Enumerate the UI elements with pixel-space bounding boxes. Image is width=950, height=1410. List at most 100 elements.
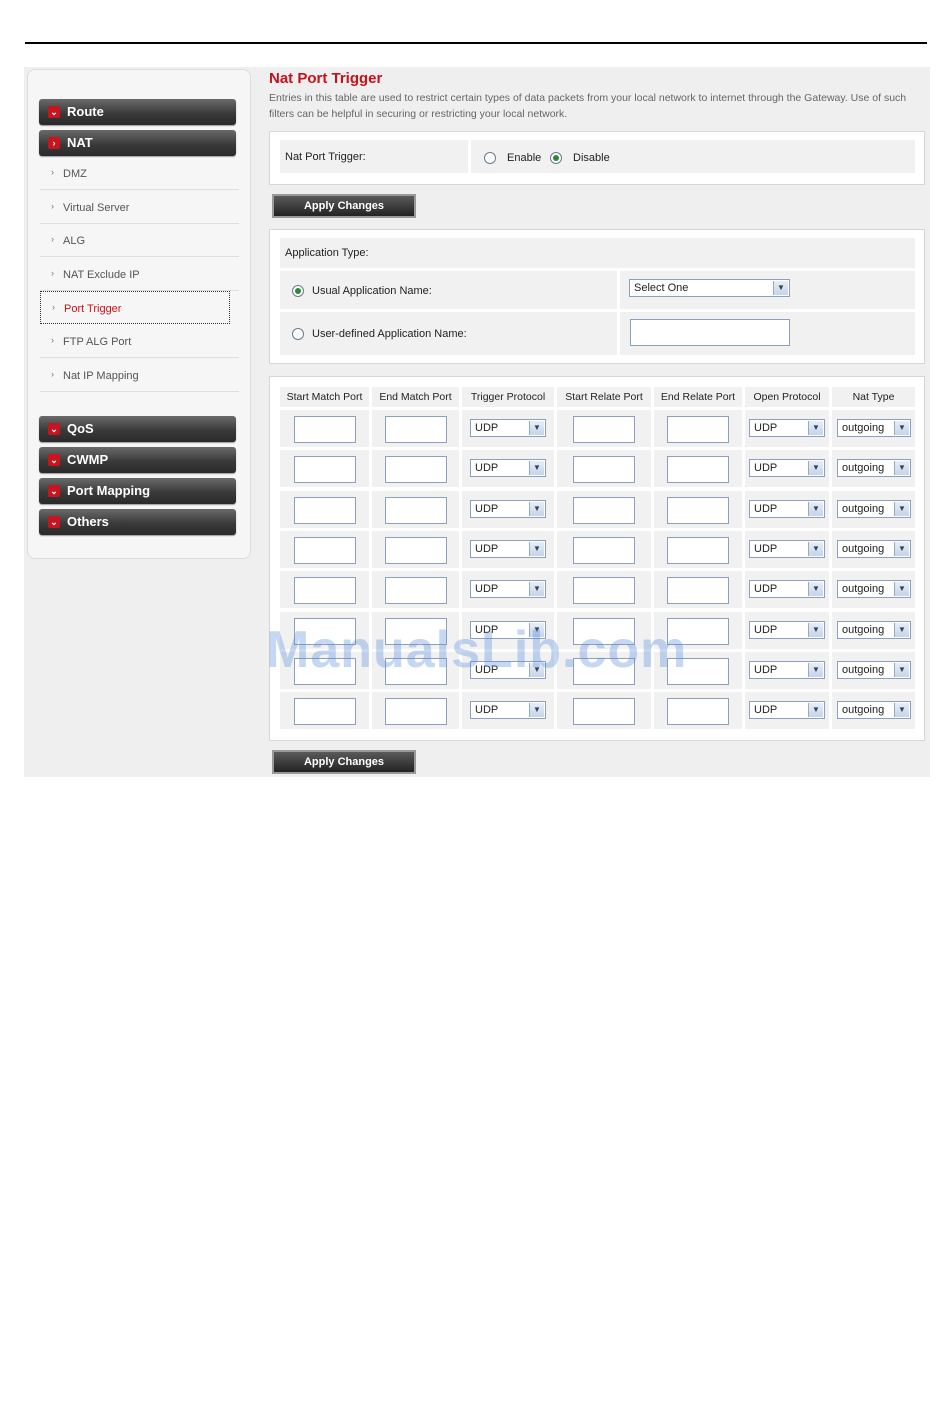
start-match-input[interactable]	[294, 577, 356, 604]
trigger-protocol-select[interactable]: UDP ▼	[470, 701, 546, 719]
chevron-down-icon: ▼	[894, 663, 909, 677]
start-relate-input[interactable]	[573, 537, 635, 564]
start-match-input[interactable]	[294, 456, 356, 483]
nat-type-select[interactable]: outgoing ▼	[837, 459, 911, 477]
select-value: UDP	[475, 422, 499, 434]
end-relate-input[interactable]	[667, 497, 729, 524]
trigger-protocol-select[interactable]: UDP ▼	[470, 661, 546, 679]
trigger-protocol-select[interactable]: UDP ▼	[470, 621, 546, 639]
end-relate-input[interactable]	[667, 537, 729, 564]
chevron-down-icon: ▼	[808, 542, 823, 556]
open-protocol-select[interactable]: UDP ▼	[749, 621, 825, 639]
user-defined-app-input[interactable]	[630, 319, 790, 346]
chevron-down-icon: ▼	[529, 703, 544, 717]
trigger-protocol-select[interactable]: UDP ▼	[470, 419, 546, 437]
select-value: UDP	[754, 583, 778, 595]
menu-qos-button[interactable]: ⌄ QoS	[39, 416, 236, 442]
start-relate-input[interactable]	[573, 658, 635, 685]
trigger-protocol-select[interactable]: UDP ▼	[470, 459, 546, 477]
nat-type-select[interactable]: outgoing ▼	[837, 419, 911, 437]
nat-type-select[interactable]: outgoing ▼	[837, 661, 911, 679]
chevron-down-icon: ▼	[894, 623, 909, 637]
start-relate-input[interactable]	[573, 618, 635, 645]
sidebar-item-alg[interactable]: › ALG	[40, 224, 239, 257]
sidebar-item-label: DMZ	[63, 168, 87, 180]
sidebar-item-nat-exclude-ip[interactable]: › NAT Exclude IP	[40, 258, 239, 291]
end-relate-input[interactable]	[667, 577, 729, 604]
start-match-input[interactable]	[294, 497, 356, 524]
column-header: Start Match Port	[280, 387, 369, 407]
usual-app-radio[interactable]	[292, 285, 304, 297]
apply-changes-button-bottom[interactable]: Apply Changes	[272, 750, 416, 774]
menu-qos-label: QoS	[67, 421, 94, 436]
nat-type-select[interactable]: outgoing ▼	[837, 701, 911, 719]
arrow-right-icon: ›	[51, 234, 54, 244]
start-match-input[interactable]	[294, 416, 356, 443]
start-match-input[interactable]	[294, 698, 356, 725]
end-relate-input[interactable]	[667, 698, 729, 725]
open-protocol-select[interactable]: UDP ▼	[749, 459, 825, 477]
open-protocol-select[interactable]: UDP ▼	[749, 580, 825, 598]
sidebar-item-ftp-alg-port[interactable]: › FTP ALG Port	[40, 325, 239, 358]
open-protocol-select[interactable]: UDP ▼	[749, 500, 825, 518]
open-protocol-select[interactable]: UDP ▼	[749, 661, 825, 679]
sidebar-item-virtual-server[interactable]: › Virtual Server	[40, 191, 239, 224]
enable-radio[interactable]	[484, 152, 496, 164]
chevron-down-icon: ▼	[808, 421, 823, 435]
open-protocol-select[interactable]: UDP ▼	[749, 419, 825, 437]
chevron-down-icon: ▼	[894, 542, 909, 556]
end-relate-input[interactable]	[667, 658, 729, 685]
disable-radio[interactable]	[550, 152, 562, 164]
start-match-input[interactable]	[294, 658, 356, 685]
trigger-protocol-select[interactable]: UDP ▼	[470, 540, 546, 558]
chevron-down-icon: ⌄	[48, 454, 60, 466]
nat-type-select[interactable]: outgoing ▼	[837, 621, 911, 639]
trigger-protocol-select[interactable]: UDP ▼	[470, 500, 546, 518]
sidebar-item-port-trigger[interactable]: › Port Trigger	[40, 291, 230, 324]
chevron-down-icon: ▼	[894, 582, 909, 596]
select-value: outgoing	[842, 664, 885, 676]
start-relate-input[interactable]	[573, 416, 635, 443]
menu-nat-button[interactable]: › NAT	[39, 130, 236, 156]
end-relate-input[interactable]	[667, 456, 729, 483]
menu-cwmp-button[interactable]: ⌄ CWMP	[39, 447, 236, 473]
trigger-protocol-select[interactable]: UDP ▼	[470, 580, 546, 598]
start-relate-input[interactable]	[573, 497, 635, 524]
usual-app-select[interactable]: Select One ▼	[629, 279, 790, 297]
menu-others-button[interactable]: ⌄ Others	[39, 509, 236, 535]
sidebar-item-nat-ip-mapping[interactable]: › Nat IP Mapping	[40, 359, 239, 392]
nat-type-select[interactable]: outgoing ▼	[837, 540, 911, 558]
end-match-input[interactable]	[385, 618, 447, 645]
end-match-input[interactable]	[385, 497, 447, 524]
apply-changes-button-top[interactable]: Apply Changes	[272, 194, 416, 218]
start-relate-input[interactable]	[573, 698, 635, 725]
end-match-input[interactable]	[385, 698, 447, 725]
sidebar-item-dmz[interactable]: › DMZ	[40, 157, 239, 190]
user-defined-radio[interactable]	[292, 328, 304, 340]
start-match-input[interactable]	[294, 537, 356, 564]
nat-type-select[interactable]: outgoing ▼	[837, 580, 911, 598]
menu-port-mapping-button[interactable]: ⌄ Port Mapping	[39, 478, 236, 504]
end-match-input[interactable]	[385, 456, 447, 483]
menu-route-label: Route	[67, 104, 104, 119]
open-protocol-select[interactable]: UDP ▼	[749, 540, 825, 558]
open-protocol-select[interactable]: UDP ▼	[749, 701, 825, 719]
start-relate-input[interactable]	[573, 577, 635, 604]
end-relate-input[interactable]	[667, 618, 729, 645]
end-match-input[interactable]	[385, 537, 447, 564]
end-match-input[interactable]	[385, 577, 447, 604]
nat-type-select[interactable]: outgoing ▼	[837, 500, 911, 518]
start-relate-input[interactable]	[573, 456, 635, 483]
chevron-right-icon: ›	[48, 137, 60, 149]
chevron-down-icon: ▼	[808, 623, 823, 637]
end-match-input[interactable]	[385, 416, 447, 443]
select-value: UDP	[754, 462, 778, 474]
menu-route-button[interactable]: ⌄ Route	[39, 99, 236, 125]
end-match-input[interactable]	[385, 658, 447, 685]
select-value: UDP	[754, 543, 778, 555]
arrow-right-icon: ›	[52, 302, 55, 312]
select-value: outgoing	[842, 503, 885, 515]
start-match-input[interactable]	[294, 618, 356, 645]
select-value: outgoing	[842, 543, 885, 555]
end-relate-input[interactable]	[667, 416, 729, 443]
